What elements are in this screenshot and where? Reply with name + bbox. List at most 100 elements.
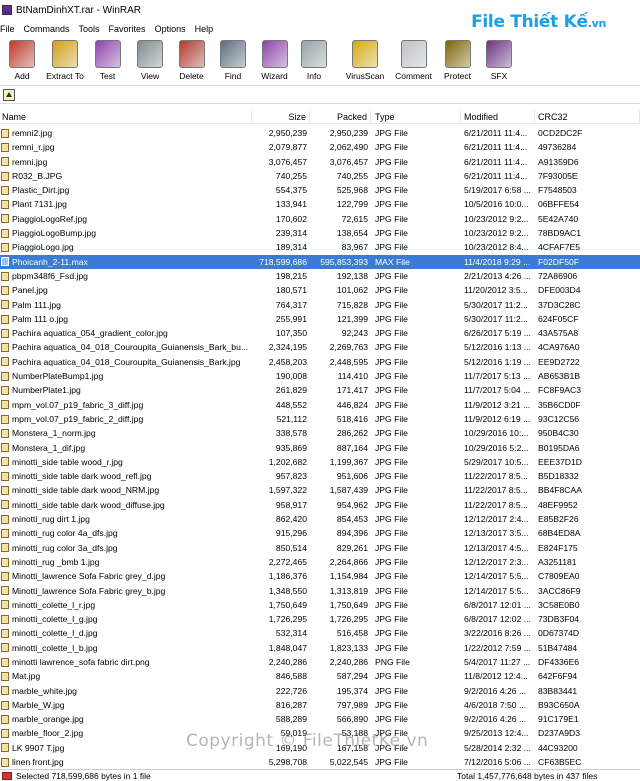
file-row[interactable]: Palm 111.jpg 764,317 715,828 JPG File 5/30/2… bbox=[0, 298, 640, 312]
info-icon bbox=[301, 40, 327, 68]
file-row[interactable]: Phoicanh_2-11.max 718,599,686 595,853,393 M… bbox=[0, 254, 640, 269]
file-row[interactable]: mpm_vol.07_p19_fabric_2_diff.jpg 521,112 5… bbox=[0, 412, 640, 426]
menu-favorites[interactable]: Favorites bbox=[109, 24, 151, 34]
menu-tools[interactable]: Tools bbox=[79, 24, 105, 34]
file-row[interactable]: remni2.jpg 2,950,239 2,950,239 JPG File 6/21… bbox=[0, 126, 640, 140]
file-row[interactable]: linen front.jpg 5,298,708 5,022,545 JPG Fil… bbox=[0, 755, 640, 768]
file-row[interactable]: minotti_colette_l_r.jpg 1,750,649 1,750,64… bbox=[0, 598, 640, 612]
file-row[interactable]: minotti_rug dirt 1.jpg 862,420 854,453 JPG … bbox=[0, 512, 640, 526]
toolbar-find-button[interactable]: Find bbox=[212, 37, 254, 83]
up-folder-icon[interactable] bbox=[3, 88, 15, 101]
file-modified: 5/28/2014 2:32 ... bbox=[464, 742, 531, 753]
file-row[interactable]: minotti_side table wood_r.jpg 1,202,682 1,… bbox=[0, 455, 640, 469]
column-name[interactable]: Name bbox=[0, 110, 252, 124]
file-crc: DFE003D4 bbox=[538, 285, 581, 296]
file-row[interactable]: minotti_rug color 4a_dfs.jpg 915,296 894,3… bbox=[0, 526, 640, 540]
file-icon bbox=[1, 400, 9, 410]
file-modified: 11/9/2012 6:19 ... bbox=[464, 413, 531, 424]
file-row[interactable]: remni.jpg 3,076,457 3,076,457 JPG File 6/21/… bbox=[0, 155, 640, 169]
file-row[interactable]: Pachira aquatica_054_gradient_color.jpg 1… bbox=[0, 326, 640, 340]
file-row[interactable]: Minotti_lawrence Sofa Fabric grey_b.jpg 1… bbox=[0, 584, 640, 598]
file-row[interactable]: minotti_side table dark wood_refl.jpg 957… bbox=[0, 469, 640, 483]
file-modified: 10/23/2012 9:2... bbox=[464, 228, 529, 239]
file-crc: 49736284 bbox=[538, 142, 577, 153]
menu-options[interactable]: Options bbox=[155, 24, 191, 34]
file-row[interactable]: LK 9907 T.jpg 169,190 167,158 JPG File 5/28/… bbox=[0, 741, 640, 755]
file-name: Monstera_1_norm.jpg bbox=[0, 426, 252, 440]
file-type: JPG File bbox=[375, 714, 408, 725]
file-packed: 53,188 bbox=[341, 728, 368, 739]
file-row[interactable]: Pachira aquatica_04_018_Couroupita_Guian… bbox=[0, 355, 640, 369]
file-row[interactable]: Plastic_Dirt.jpg 554,375 525,968 JPG File 5/… bbox=[0, 183, 640, 197]
file-list[interactable]: remni2.jpg 2,950,239 2,950,239 JPG File 6/21… bbox=[0, 126, 640, 768]
file-row[interactable]: minotti lawrence_sofa fabric dirt.png 2,2… bbox=[0, 655, 640, 669]
file-row[interactable]: PiaggioLogoRef.jpg 170,602 72,615 JPG File 1… bbox=[0, 212, 640, 226]
toolbar-delete-button[interactable]: Delete bbox=[171, 37, 212, 83]
toolbar-comment-button[interactable]: Comment bbox=[391, 37, 436, 83]
menu-commands[interactable]: Commands bbox=[24, 24, 75, 34]
toolbar-wizard-button[interactable]: Wizard bbox=[254, 37, 295, 83]
file-modified: 12/13/2017 3:5... bbox=[464, 528, 529, 539]
toolbar-view-button[interactable]: View bbox=[129, 37, 171, 83]
toolbar-info-button[interactable]: Info bbox=[295, 37, 333, 83]
toolbar-virusscan-button[interactable]: VirusScan bbox=[339, 37, 391, 83]
toolbar-sfx-button[interactable]: SFX bbox=[479, 37, 519, 83]
file-row[interactable]: minotti_side table dark wood_diffuse.jpg… bbox=[0, 498, 640, 512]
file-row[interactable]: minotti_rug color 3a_dfs.jpg 850,514 829,2… bbox=[0, 541, 640, 555]
file-type: JPG File bbox=[375, 313, 408, 324]
file-row[interactable]: Panel.jpg 180,571 101,062 JPG File 11/20/201… bbox=[0, 283, 640, 297]
file-packed: 1,750,649 bbox=[329, 599, 368, 610]
file-row[interactable]: Pachira aquatica_04_018_Couroupita_Guian… bbox=[0, 340, 640, 354]
menu-file[interactable]: File bbox=[0, 24, 20, 34]
file-row[interactable]: Mat.jpg 846,588 587,294 JPG File 11/8/2012 1… bbox=[0, 669, 640, 683]
file-type: JPG File bbox=[375, 628, 408, 639]
toolbar-test-button[interactable]: Test bbox=[86, 37, 129, 83]
file-row[interactable]: Marble_W.jpg 816,287 797,989 JPG File 4/6/20… bbox=[0, 698, 640, 712]
toolbar-extract-to-button[interactable]: Extract To bbox=[44, 37, 86, 83]
file-modified: 5/19/2017 6:58 ... bbox=[464, 185, 531, 196]
file-row[interactable]: minotti_colette_l_g.jpg 1,726,295 1,726,29… bbox=[0, 612, 640, 626]
toolbar-label: Test bbox=[99, 71, 116, 81]
toolbar-protect-button[interactable]: Protect bbox=[436, 37, 479, 83]
file-row[interactable]: minotti_rug _bmb 1.jpg 2,272,465 2,264,866… bbox=[0, 555, 640, 569]
file-row[interactable]: Monstera_1_dif.jpg 935,869 887,164 JPG File… bbox=[0, 441, 640, 455]
file-row[interactable]: PiaggioLogo.jpg 189,314 83,967 JPG File 10/2… bbox=[0, 240, 640, 254]
file-row[interactable]: mpm_vol.07_p19_fabric_3_diff.jpg 448,552 4… bbox=[0, 398, 640, 412]
file-row[interactable]: marble_floor_2.jpg 59,019 53,188 JPG File 9/… bbox=[0, 726, 640, 740]
file-name-text: pbpm348f6_Fsd.jpg bbox=[12, 270, 88, 281]
file-row[interactable]: marble_white.jpg 222,726 195,374 JPG File 9/… bbox=[0, 684, 640, 698]
column-crc32[interactable]: CRC32 bbox=[535, 110, 640, 124]
file-row[interactable]: minotti_side table dark wood_NRM.jpg 1,59… bbox=[0, 483, 640, 497]
file-row[interactable]: R032_B.JPG 740,255 740,255 JPG File 6/21/201… bbox=[0, 169, 640, 183]
column-size[interactable]: Size bbox=[252, 110, 310, 124]
file-row[interactable]: pbpm348f6_Fsd.jpg 198,215 192,138 JPG File 2… bbox=[0, 269, 640, 283]
file-row[interactable]: Plant 7131.jpg 133,941 122,799 JPG File 10/5… bbox=[0, 197, 640, 211]
file-crc: 950B4C30 bbox=[538, 428, 579, 439]
file-packed: 1,199,367 bbox=[329, 456, 368, 467]
file-row[interactable]: Minotti_lawrence Sofa Fabric grey_d.jpg 1… bbox=[0, 569, 640, 583]
file-row[interactable]: minotti_colette_l_b.jpg 1,848,047 1,823,13… bbox=[0, 641, 640, 655]
file-row[interactable]: NumberPlateBump1.jpg 190,008 114,410 JPG Fi… bbox=[0, 369, 640, 383]
column-modified[interactable]: Modified bbox=[461, 110, 535, 124]
file-row[interactable]: remni_r.jpg 2,079,877 2,062,490 JPG File 6/2… bbox=[0, 140, 640, 154]
file-type: JPG File bbox=[375, 328, 408, 339]
file-packed: 1,313,819 bbox=[329, 585, 368, 596]
menu-help[interactable]: Help bbox=[195, 24, 219, 34]
file-name-text: minotti_rug _bmb 1.jpg bbox=[12, 556, 100, 567]
toolbar-label: View bbox=[140, 71, 160, 81]
file-row[interactable]: minotti_colette_l_d.jpg 532,314 516,458 JPG… bbox=[0, 626, 640, 640]
file-row[interactable]: PiaggioLogoBump.jpg 239,314 138,654 JPG Fil… bbox=[0, 226, 640, 240]
file-row[interactable]: Palm 111 o.jpg 255,991 121,399 JPG File 5/30… bbox=[0, 312, 640, 326]
file-row[interactable]: Monstera_1_norm.jpg 338,578 286,262 JPG Fil… bbox=[0, 426, 640, 440]
column-packed[interactable]: Packed bbox=[310, 110, 371, 124]
column-type[interactable]: Type bbox=[371, 110, 461, 124]
file-row[interactable]: NumberPlate1.jpg 261,829 171,417 JPG File 11… bbox=[0, 383, 640, 397]
file-size: 170,602 bbox=[275, 213, 307, 224]
file-modified: 11/4/2018 9:29 ... bbox=[464, 256, 531, 267]
file-size: 958,917 bbox=[275, 499, 307, 510]
file-row[interactable]: marble_orange.jpg 588,289 566,890 JPG File 9… bbox=[0, 712, 640, 726]
file-icon bbox=[1, 671, 9, 681]
file-name: Plastic_Dirt.jpg bbox=[0, 183, 252, 197]
file-type: JPG File bbox=[375, 270, 408, 281]
toolbar-add-button[interactable]: Add bbox=[0, 37, 44, 83]
